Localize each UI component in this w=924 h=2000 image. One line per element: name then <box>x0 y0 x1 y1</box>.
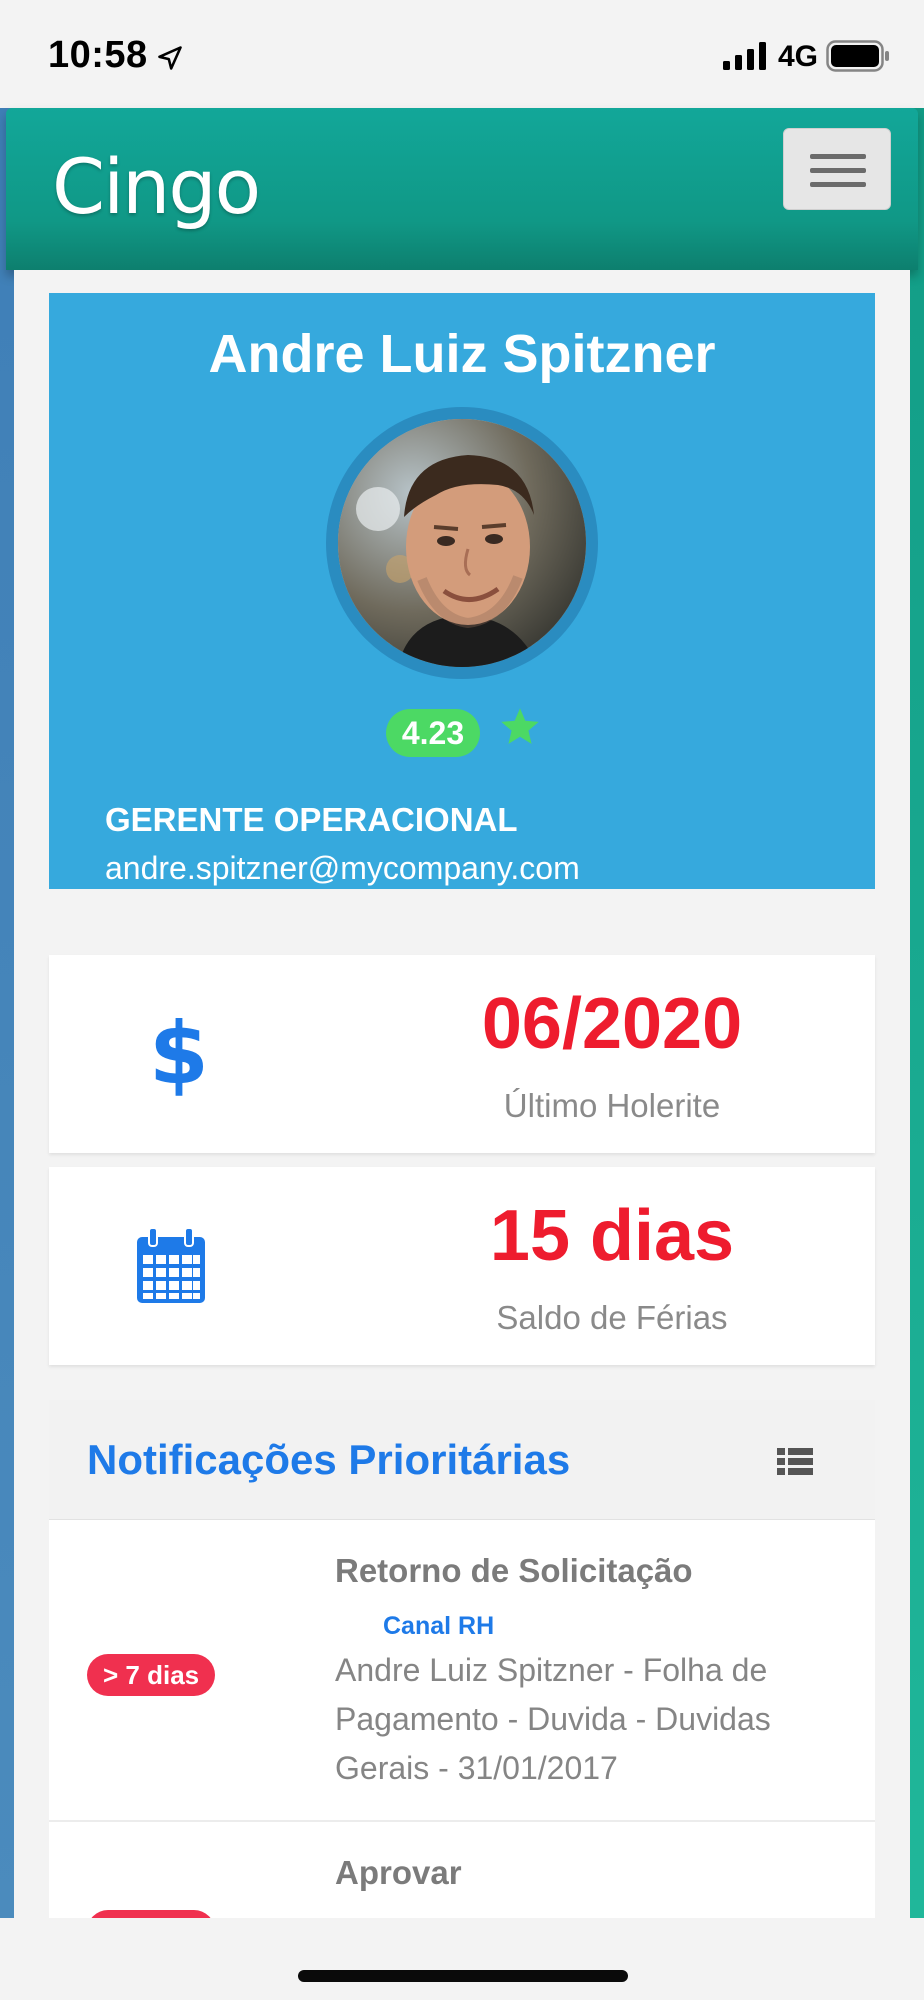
rating-badge: 4.23 <box>386 709 480 757</box>
vacation-card[interactable]: 15 dias Saldo de Férias <box>49 1167 875 1365</box>
notification-description: Andre Luiz Spitzner - Folha de Pagamento… <box>335 1652 771 1786</box>
network-label: 4G <box>778 40 819 73</box>
age-badge: > 7 dias <box>87 1654 216 1696</box>
notification-item[interactable]: > 7 dias Retorno de Solicitação Canal RH… <box>49 1520 875 1822</box>
age-badge: > 7 dias <box>87 1910 216 1918</box>
menu-button[interactable] <box>783 128 891 210</box>
profile-card: Andre Luiz Spitzner 4.23 GERENTE OPERACI… <box>49 293 875 889</box>
star-icon <box>501 708 539 744</box>
status-bar: 10:58 4G <box>0 0 924 108</box>
location-arrow-icon <box>158 46 182 70</box>
payslip-card[interactable]: $ 06/2020 Último Holerite <box>49 955 875 1153</box>
vacation-value: 15 dias <box>489 1196 735 1276</box>
home-bar-area <box>0 1918 924 2000</box>
signal-icon <box>723 42 766 70</box>
main-content: Andre Luiz Spitzner 4.23 GERENTE OPERACI… <box>14 270 910 1918</box>
app-header: Cingo <box>6 108 918 270</box>
notification-item[interactable]: Aprovar > 7 dias <box>49 1824 875 1918</box>
profile-role: GERENTE OPERACIONAL <box>105 801 518 838</box>
left-edge <box>0 108 14 1918</box>
notifications-header: Notificações Prioritárias <box>49 1400 875 1520</box>
notification-title: Retorno de Solicitação <box>335 1552 693 1589</box>
dollar-icon: $ <box>149 1004 209 1104</box>
battery-icon <box>826 40 889 72</box>
notification-channel: Canal RH <box>383 1612 495 1640</box>
notifications-title: Notificações Prioritárias <box>87 1436 571 1483</box>
payslip-caption: Último Holerite <box>503 1087 721 1124</box>
list-icon[interactable] <box>777 1446 813 1478</box>
notifications-panel: Notificações Prioritárias > 7 dias Retor… <box>49 1400 875 1918</box>
right-edge <box>910 108 924 1918</box>
vacation-caption: Saldo de Férias <box>496 1299 728 1336</box>
notification-title: Aprovar <box>335 1854 462 1891</box>
calendar-icon <box>137 1227 205 1303</box>
profile-email: andre.spitzner@mycompany.com <box>105 850 580 886</box>
status-time: 10:58 <box>48 34 148 76</box>
profile-name: Andre Luiz Spitzner <box>208 324 716 384</box>
home-indicator[interactable] <box>298 1970 628 1982</box>
avatar[interactable] <box>326 407 598 679</box>
payslip-value: 06/2020 <box>481 984 743 1064</box>
screen: 10:58 4G Cingo Andre Luiz Spitzner 4.23 … <box>0 0 924 2000</box>
app-logo[interactable]: Cingo <box>52 142 261 231</box>
